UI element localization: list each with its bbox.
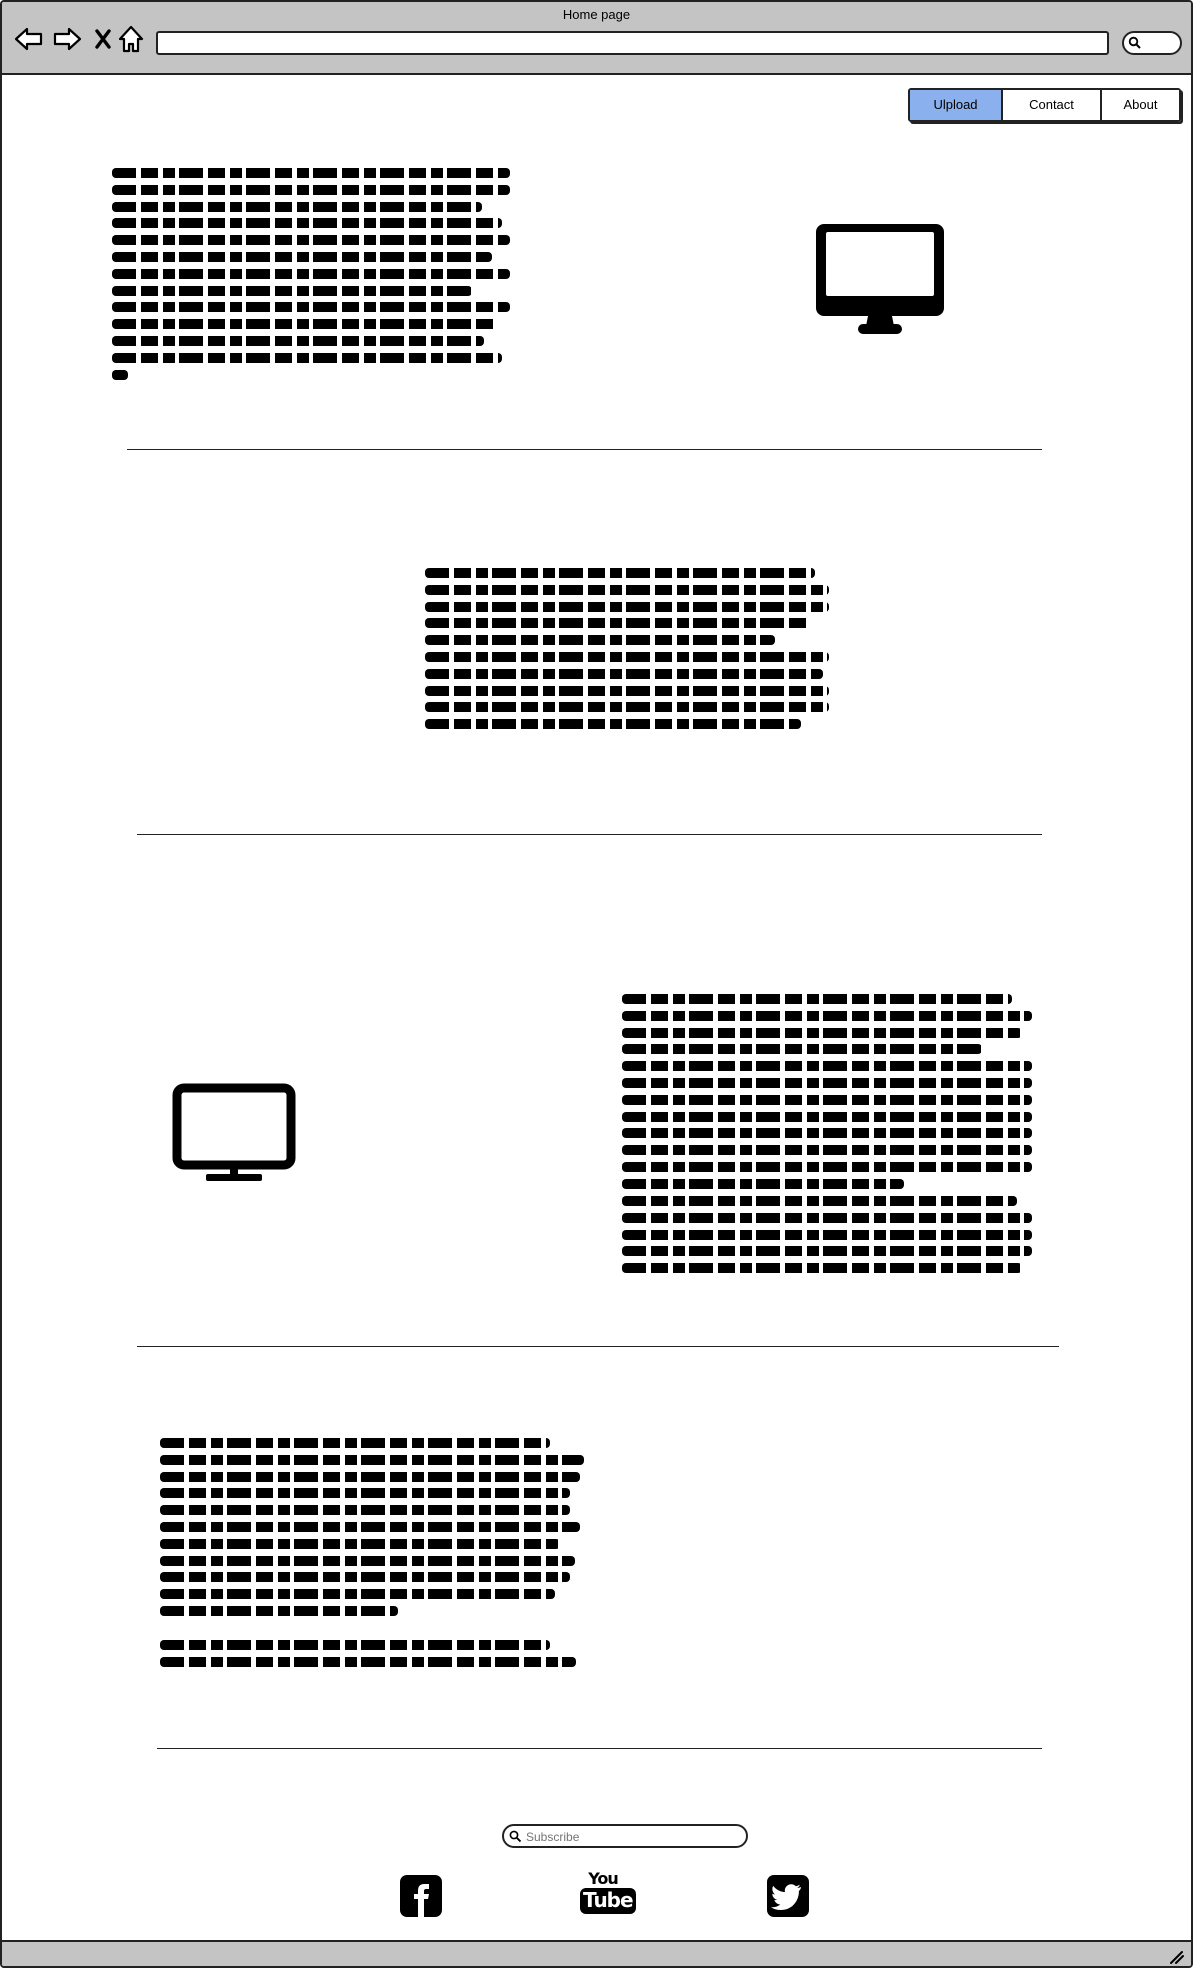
home-icon <box>118 25 144 53</box>
section-3-paragraph-2 <box>622 1196 1032 1280</box>
section-3-paragraph-1 <box>622 994 1032 1196</box>
tab-upload[interactable]: Ulpload <box>910 90 1003 120</box>
section-4-paragraph-2 <box>160 1640 584 1674</box>
arrow-right-icon <box>53 27 82 51</box>
search-icon <box>1128 36 1141 49</box>
forward-button[interactable] <box>52 24 82 54</box>
section-divider <box>127 449 1042 450</box>
resize-grip-icon[interactable] <box>1169 1950 1185 1964</box>
back-button[interactable] <box>14 24 44 54</box>
address-bar[interactable] <box>156 31 1109 55</box>
search-icon <box>509 1830 522 1843</box>
stop-button[interactable] <box>88 24 118 54</box>
window-title: Home page <box>562 7 631 22</box>
browser-window: Home page Ulpload Contact About Subscrib… <box>0 0 1193 1968</box>
desktop-monitor-icon <box>816 224 944 334</box>
tab-about[interactable]: About <box>1102 90 1179 120</box>
browser-search-field[interactable] <box>1122 31 1182 55</box>
tab-contact[interactable]: Contact <box>1003 90 1102 120</box>
youtube-label-tube: Tube <box>580 1888 636 1914</box>
section-1-paragraph <box>112 168 510 386</box>
status-bar <box>2 1940 1191 1966</box>
subscribe-input[interactable] <box>524 1826 740 1848</box>
browser-toolbar: Home page <box>2 2 1191 75</box>
section-2-paragraph <box>425 568 829 736</box>
top-navigation: Ulpload Contact About <box>908 88 1181 122</box>
youtube-icon[interactable]: You Tube <box>580 1869 636 1914</box>
section-4-paragraph-1 <box>160 1438 584 1623</box>
twitter-icon[interactable] <box>766 1874 810 1918</box>
close-icon <box>95 29 111 49</box>
subscribe-field[interactable] <box>502 1824 748 1848</box>
section-divider <box>137 834 1042 835</box>
section-divider <box>137 1346 1059 1347</box>
home-button[interactable] <box>116 24 146 54</box>
monitor-icon <box>172 1083 296 1181</box>
section-divider <box>157 1748 1042 1749</box>
arrow-left-icon <box>14 27 43 51</box>
facebook-icon[interactable] <box>399 1874 443 1918</box>
youtube-label-you: You <box>588 1869 619 1888</box>
